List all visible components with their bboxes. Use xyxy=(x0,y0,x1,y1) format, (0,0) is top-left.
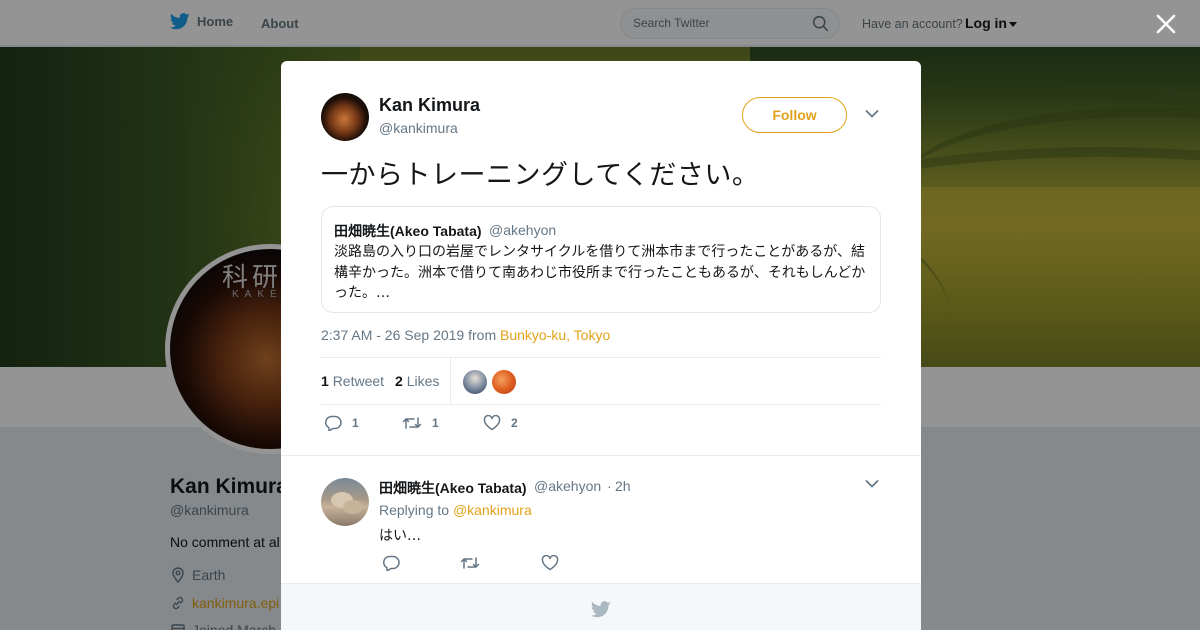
retweet-count: 1 xyxy=(321,373,329,389)
tweet-text: 一からトレーニングしてください。 xyxy=(321,160,760,191)
likes-stat[interactable]: 2 Likes xyxy=(395,373,439,389)
reply-author-handle[interactable]: @akehyon xyxy=(534,478,601,494)
reply-count: 1 xyxy=(352,416,359,430)
quoted-author-handle: @akehyon xyxy=(489,222,557,238)
chevron-down-icon[interactable] xyxy=(865,109,879,119)
twitter-bird-icon xyxy=(591,601,611,618)
reply-text: はい… xyxy=(379,528,421,544)
replying-mention[interactable]: @kankimura xyxy=(453,502,532,518)
heart-icon[interactable] xyxy=(541,555,559,571)
retweet-action-count: 1 xyxy=(432,416,439,430)
like-action[interactable]: 2 xyxy=(483,415,518,431)
tweet-stats: 1 Retweet 2 Likes xyxy=(321,357,881,405)
retweet-action[interactable]: 1 xyxy=(402,415,439,431)
tweet-metadata: 2:37 AM - 26 Sep 2019 from Bunkyo-ku, To… xyxy=(321,327,610,343)
tweet-timestamp: 2:37 AM - 26 Sep 2019 from xyxy=(321,327,500,343)
retweet-stat[interactable]: 1 Retweet xyxy=(321,373,384,389)
tweet-actions: 1 1 2 xyxy=(321,415,621,437)
author-avatar[interactable] xyxy=(321,93,369,141)
close-icon[interactable] xyxy=(1154,12,1178,36)
like-action-count: 2 xyxy=(511,416,518,430)
replying-to: Replying to @kankimura xyxy=(379,502,532,518)
retweet-icon[interactable] xyxy=(460,555,480,571)
avatar-shape xyxy=(343,500,363,514)
tweet-place-link[interactable]: Bunkyo-ku, Tokyo xyxy=(500,327,610,343)
quoted-author-name: 田畑暁生(Akeo Tabata) xyxy=(334,223,482,239)
quoted-tweet-text: 淡路島の入り口の岩屋でレンタサイクルを借りて洲本市まで行ったことがあるが、結構辛… xyxy=(334,244,866,301)
likes-stat-label: Likes xyxy=(406,373,440,389)
retweet-stat-label: Retweet xyxy=(332,373,385,389)
chevron-down-icon[interactable] xyxy=(865,479,879,489)
reply-separator: · xyxy=(607,478,612,494)
liker-avatar[interactable] xyxy=(463,370,487,394)
likes-count: 2 xyxy=(395,373,403,389)
tweet-modal: Kan Kimura @kankimura Follow 一からトレーニングして… xyxy=(281,61,921,630)
section-divider xyxy=(281,455,921,456)
modal-footer xyxy=(281,583,921,630)
replying-prefix: Replying to xyxy=(379,502,453,518)
reply-author-name[interactable]: 田畑暁生(Akeo Tabata) xyxy=(379,478,527,498)
author-handle[interactable]: @kankimura xyxy=(379,120,458,136)
reply-icon[interactable] xyxy=(382,555,400,571)
reply-author-avatar[interactable] xyxy=(321,478,369,526)
retweet-icon xyxy=(402,417,422,429)
follow-button[interactable]: Follow xyxy=(742,97,847,133)
reply-timestamp[interactable]: 2h xyxy=(615,478,631,494)
liker-avatar[interactable] xyxy=(492,370,516,394)
quoted-tweet[interactable]: 田畑暁生(Akeo Tabata) @akehyon 淡路島の入り口の岩屋でレン… xyxy=(321,206,881,313)
stats-divider xyxy=(450,358,451,405)
author-name[interactable]: Kan Kimura xyxy=(379,95,480,116)
reply-icon xyxy=(325,415,342,431)
reply-action[interactable]: 1 xyxy=(324,415,359,431)
heart-icon xyxy=(483,415,501,431)
